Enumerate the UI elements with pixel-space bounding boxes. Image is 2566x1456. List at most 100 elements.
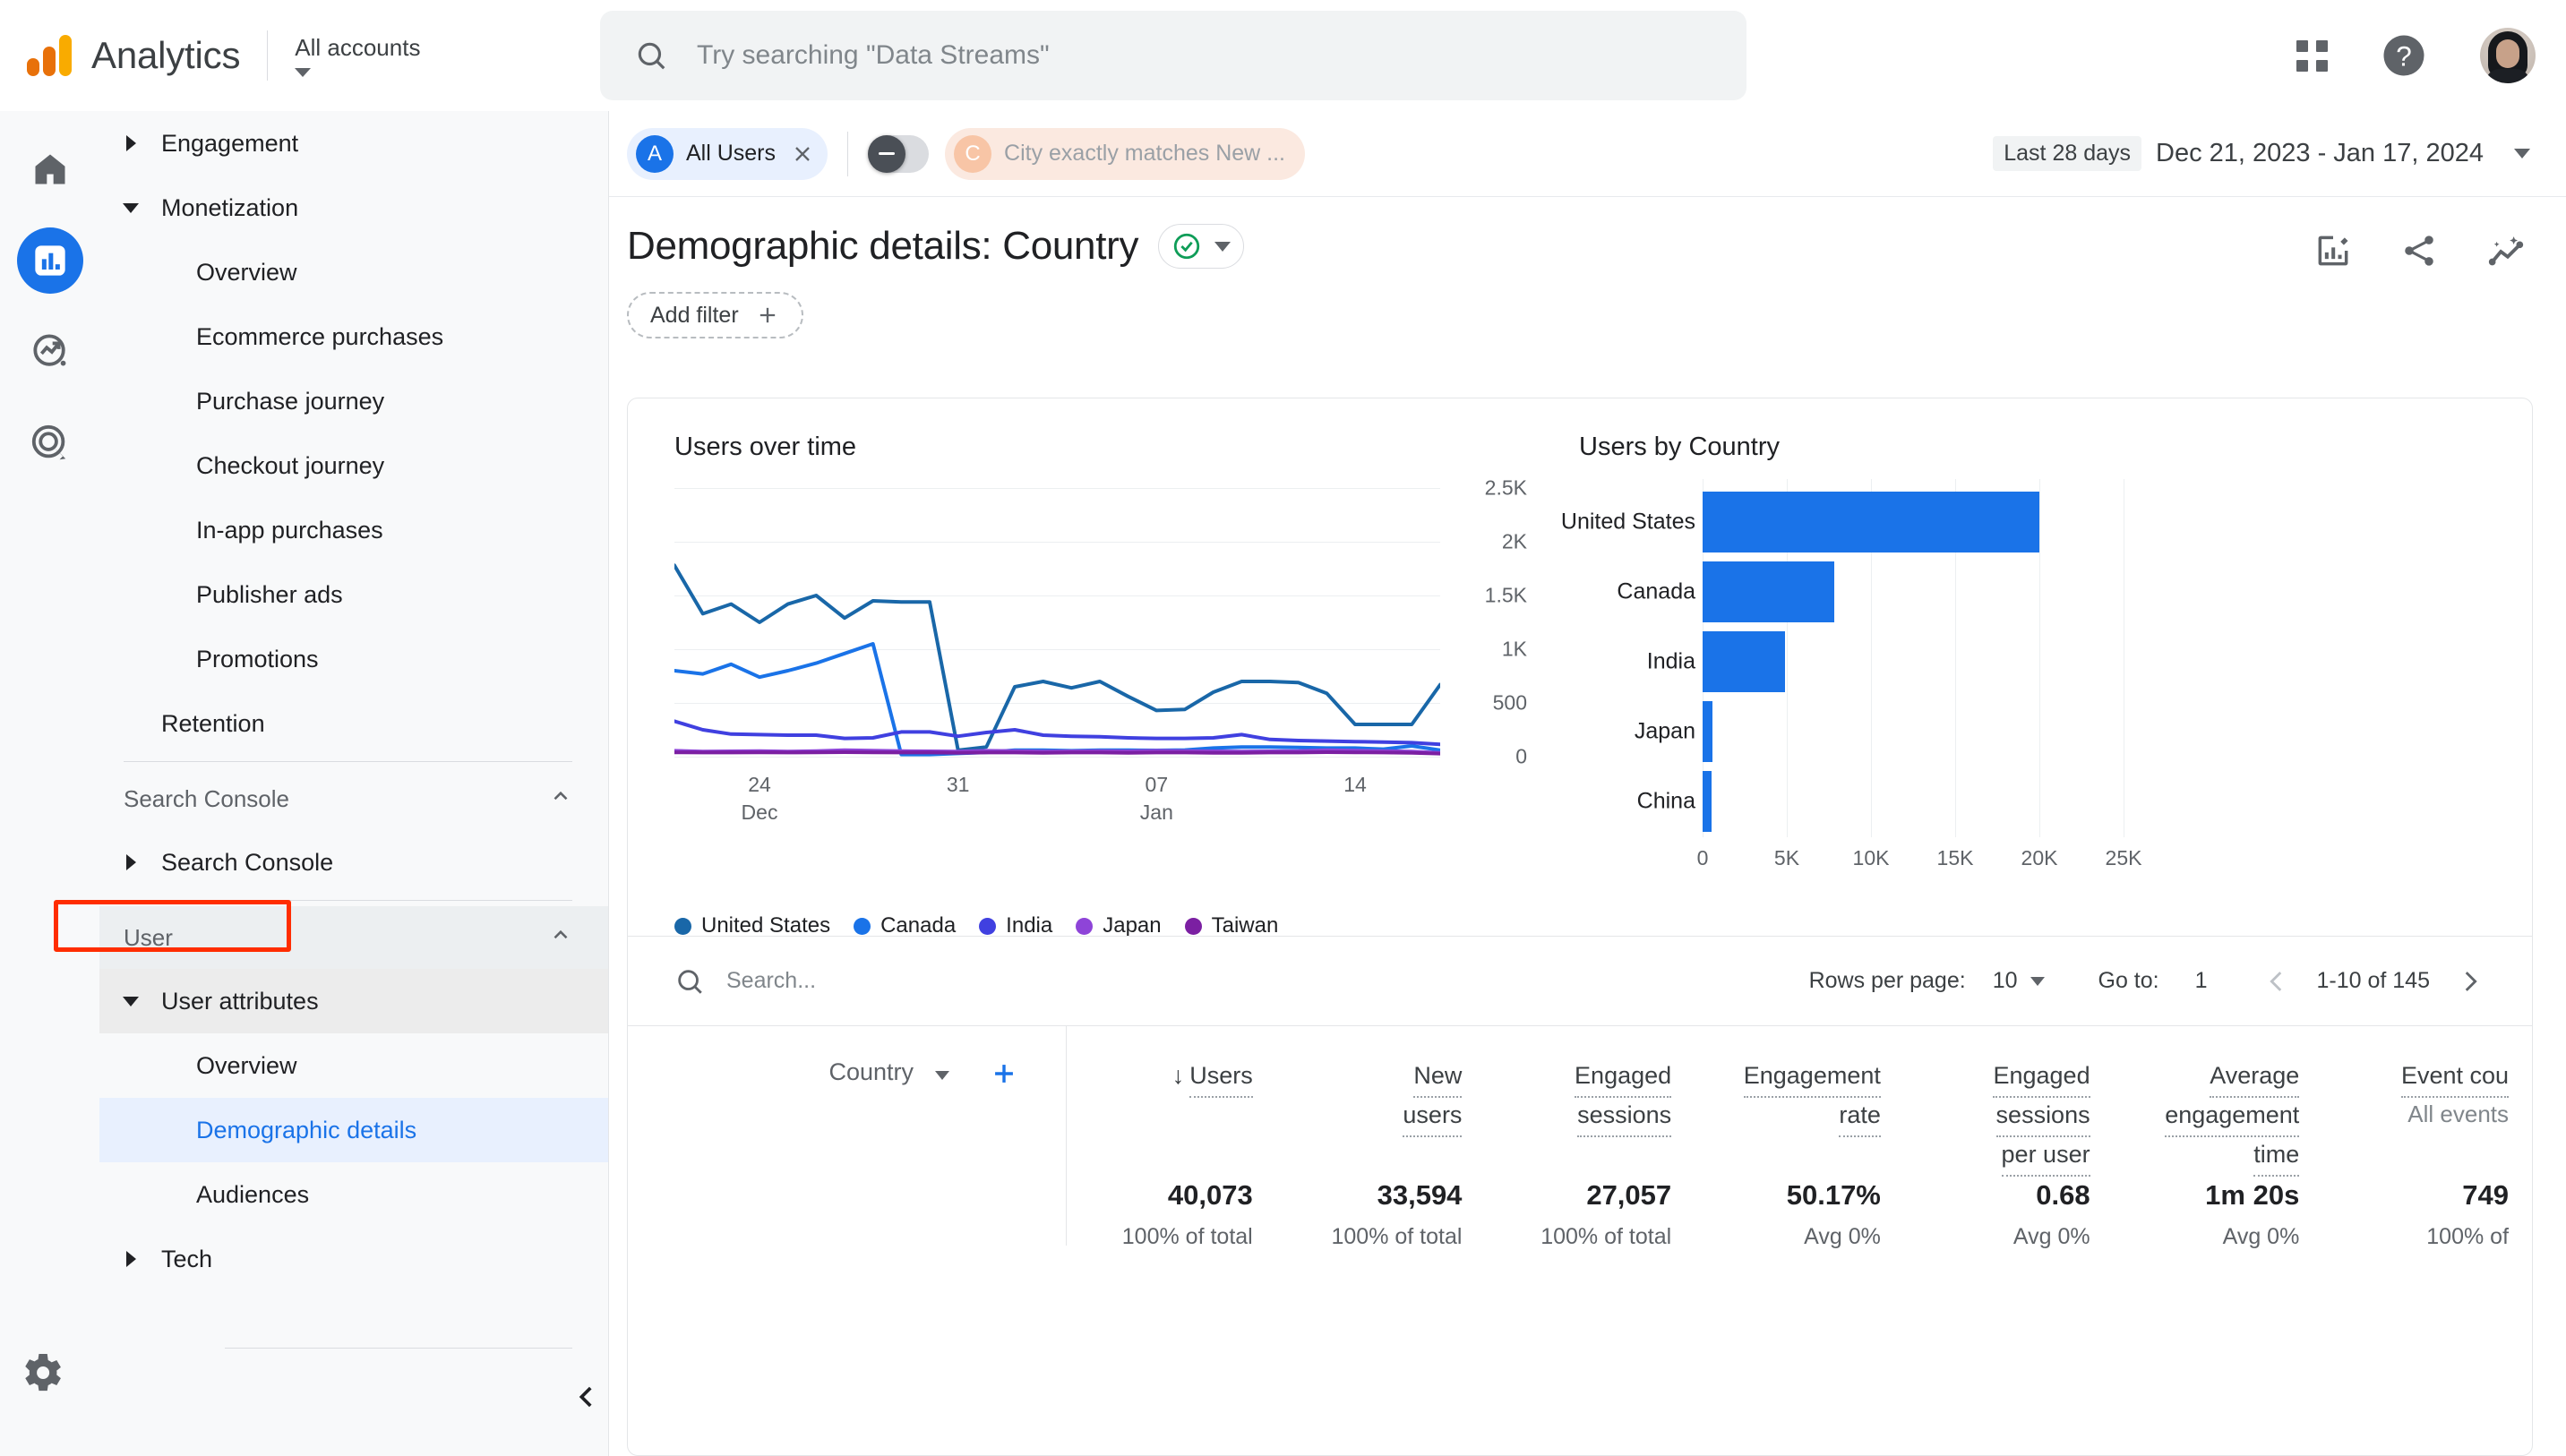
line-series-canada [674, 642, 1440, 757]
comparison-label: City exactly matches New ... [1004, 141, 1285, 166]
legend-item[interactable]: Taiwan [1184, 913, 1278, 938]
sidebar-item-user-attributes[interactable]: User attributes [99, 969, 608, 1033]
chart-title: Users over time [674, 433, 857, 461]
legend-item[interactable]: United States [674, 913, 830, 938]
legend-item[interactable]: India [979, 913, 1052, 938]
column-header[interactable]: ↓ Users [1067, 1026, 1276, 1156]
advertising-icon[interactable] [17, 410, 83, 476]
sidebar-item-ecommerce-purchases[interactable]: Ecommerce purchases [99, 304, 608, 369]
comparison-chip-city[interactable]: C City exactly matches New ... [945, 127, 1305, 180]
users-by-country-chart: Users by Country 0 5K 10K 15K 20K 25K United S… [1532, 398, 2532, 936]
sidebar-item-purchase-journey[interactable]: Purchase journey [99, 369, 608, 433]
search-input[interactable] [697, 40, 1746, 71]
sidebar-section-user[interactable]: User [99, 906, 608, 969]
column-header[interactable]: Engaged sessions [1485, 1026, 1695, 1156]
table-controls: Search... Rows per page: 10 Go to: 1 1-1… [628, 936, 2532, 1025]
column-header[interactable]: Engaged sessions per user [1904, 1026, 2114, 1178]
search-icon [678, 969, 702, 994]
sidebar-item-audiences[interactable]: Audiences [99, 1162, 608, 1227]
legend-swatch [1184, 917, 1202, 935]
share-icon[interactable] [2399, 231, 2439, 277]
avatar[interactable] [2480, 28, 2536, 83]
chevron-right-icon [126, 1251, 136, 1267]
column-header[interactable]: Event cou All events [2322, 1026, 2532, 1156]
sidebar-item-user-overview[interactable]: Overview [99, 1033, 608, 1098]
close-icon[interactable] [790, 141, 815, 167]
sidebar-divider [225, 1348, 572, 1349]
sidebar-section-search-console[interactable]: Search Console [99, 767, 608, 830]
apps-grid-icon[interactable] [2296, 39, 2328, 72]
x-axis-tick-label: 24 Dec [741, 773, 778, 825]
rows-per-page-value[interactable]: 10 [1993, 968, 2018, 994]
icon-rail [0, 111, 99, 1456]
reports-icon[interactable] [16, 227, 83, 294]
totals-metrics: 40,073 100% of total 33,594 100% of total 27… [1067, 1156, 2532, 1250]
data-table: Country ↓ Users New users Engaged sessions Eng… [628, 1025, 2532, 1455]
sidebar-item-label: Promotions [196, 645, 319, 672]
add-dimension-button[interactable] [989, 1058, 1019, 1093]
insights-icon[interactable] [2485, 231, 2527, 277]
sidebar-item-engagement[interactable]: Engagement [99, 111, 608, 176]
dimension-label[interactable]: Country [828, 1058, 914, 1086]
sidebar-item-retention[interactable]: Retention [99, 691, 608, 756]
help-icon[interactable]: ? [2380, 31, 2428, 80]
account-selector[interactable]: All accounts [295, 26, 420, 85]
sidebar-item-monetization[interactable]: Monetization [99, 176, 608, 240]
sidebar-item-in-app-purchases[interactable]: In-app purchases [99, 498, 608, 562]
users-over-time-chart: Users over time 2.5K 2K 1.5K 1K 500 0 24 Dec 31 0… [628, 398, 1532, 938]
sidebar-divider [124, 761, 572, 762]
table-search[interactable]: Search... [674, 966, 816, 997]
previous-page-button[interactable] [2261, 966, 2292, 997]
segment-avatar: A [636, 134, 674, 173]
sidebar-item-demographic-details[interactable]: Demographic details [99, 1098, 608, 1162]
chevron-down-icon[interactable] [2030, 976, 2045, 986]
bar-china [1703, 771, 1712, 832]
bar-row [1703, 771, 1712, 832]
sidebar-item-search-console[interactable]: Search Console [99, 830, 608, 895]
sidebar-item-promotions[interactable]: Promotions [99, 627, 608, 691]
column-header[interactable]: Average engagement time [2114, 1026, 2323, 1178]
rows-per-page-label: Rows per page: [1808, 968, 1966, 993]
sidebar-item-tech[interactable]: Tech [99, 1227, 608, 1291]
sidebar-item-overview[interactable]: Overview [99, 240, 608, 304]
data-quality-status[interactable] [1158, 224, 1245, 269]
date-range-selector[interactable]: Last 28 days Dec 21, 2023 - Jan 17, 2024 [1993, 136, 2530, 171]
total-cell: 33,594 100% of total [1331, 1179, 1463, 1250]
bar-canada [1703, 561, 1834, 622]
edit-chart-icon[interactable] [2313, 231, 2353, 277]
table-header-row: Country ↓ Users New users Engaged sessions Eng… [628, 1025, 2532, 1178]
chevron-down-icon[interactable] [935, 1071, 949, 1080]
next-page-button[interactable] [2455, 966, 2485, 997]
add-filter-label: Add filter [650, 302, 739, 328]
home-icon[interactable] [17, 136, 83, 202]
bar-plot-area: 0 5K 10K 15K 20K 25K United States Canada India J… [1561, 479, 2141, 869]
sidebar-item-label: Retention [161, 709, 265, 737]
sidebar-item-label: Overview [196, 258, 297, 286]
chevron-down-icon [1214, 241, 1232, 252]
comparison-toggle[interactable] [868, 134, 930, 173]
legend-item[interactable]: Canada [854, 913, 956, 938]
chart-legend: United States Canada India Japan Taiwan [674, 913, 1278, 938]
x-axis-tick-label: 14 [1343, 773, 1367, 796]
filter-bar: A All Users C City exactly matches New .… [609, 111, 2566, 197]
settings-gear-icon[interactable] [16, 1348, 66, 1402]
legend-item[interactable]: Japan [1076, 913, 1162, 938]
collapse-sidebar-button[interactable] [565, 1375, 608, 1418]
column-header[interactable]: Engagement rate [1695, 1026, 1904, 1156]
sidebar-item-checkout-journey[interactable]: Checkout journey [99, 433, 608, 498]
explore-icon[interactable] [17, 319, 83, 385]
sidebar-item-publisher-ads[interactable]: Publisher ads [99, 562, 608, 627]
x-axis-tick-label: 5K [1773, 846, 1800, 869]
add-filter-button[interactable]: Add filter [627, 292, 803, 338]
main-content: A All Users C City exactly matches New .… [609, 111, 2566, 1456]
global-search[interactable] [600, 11, 1746, 100]
account-label: All accounts [295, 33, 421, 61]
line-series-taiwan [674, 750, 1440, 756]
segment-chip-all-users[interactable]: A All Users [627, 127, 828, 180]
legend-swatch [1076, 917, 1094, 935]
page-header: Demographic details: Country Add filter [609, 197, 2566, 338]
goto-value[interactable]: 1 [2195, 968, 2208, 994]
column-header[interactable]: New users [1276, 1026, 1486, 1156]
total-cell: 40,073 100% of total [1121, 1179, 1253, 1250]
dimension-header-cell: Country [628, 1026, 1067, 1156]
